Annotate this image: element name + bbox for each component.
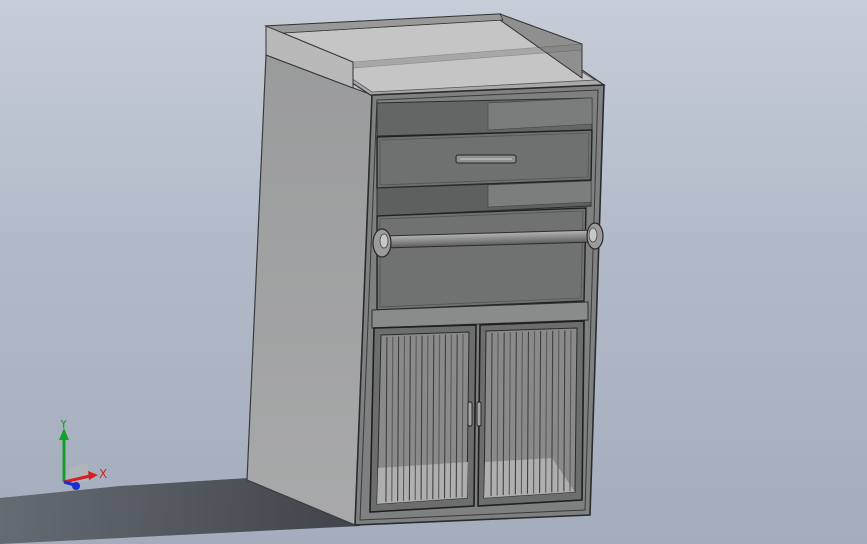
x-axis-arrow-icon xyxy=(88,471,98,480)
side-panel xyxy=(246,54,373,526)
coordinate-triad: Y X xyxy=(59,420,107,490)
y-axis-label: Y xyxy=(59,420,68,431)
lower-panel xyxy=(376,207,587,311)
graphics-viewport[interactable]: Y X xyxy=(0,0,867,544)
cabinet-floor xyxy=(377,462,468,504)
3d-model-view[interactable] xyxy=(0,0,867,544)
x-axis-label: X xyxy=(99,467,107,481)
drawer-handle[interactable] xyxy=(455,154,517,164)
z-axis-tip-icon xyxy=(72,482,80,490)
